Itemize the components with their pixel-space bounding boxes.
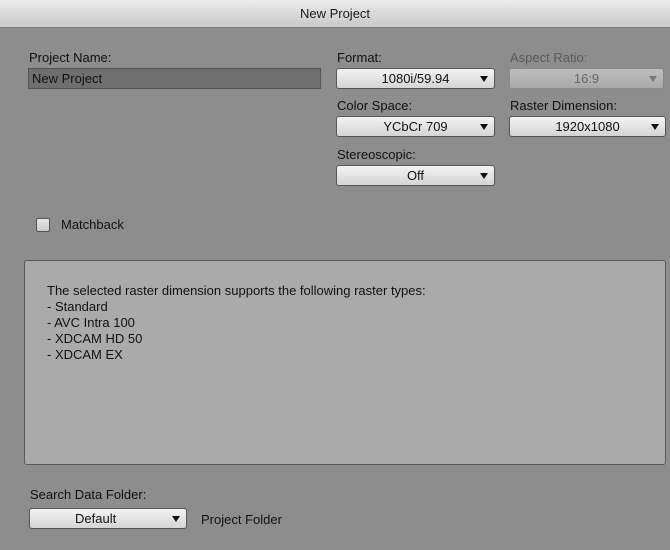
- raster-type-item: - Standard: [47, 299, 108, 314]
- stereoscopic-label: Stereoscopic:: [337, 147, 416, 162]
- color-space-value: YCbCr 709: [383, 119, 448, 134]
- raster-type-item: - AVC Intra 100: [47, 315, 135, 330]
- raster-dimension-popup[interactable]: 1920x1080: [509, 116, 666, 137]
- search-data-folder-label: Search Data Folder:: [30, 487, 147, 502]
- aspect-ratio-popup: 16:9: [509, 68, 664, 89]
- chevron-down-icon: [480, 124, 488, 130]
- stereoscopic-popup[interactable]: Off: [336, 165, 495, 186]
- project-name-field[interactable]: New Project: [28, 68, 321, 89]
- chevron-down-icon: [651, 124, 659, 130]
- info-heading: The selected raster dimension supports t…: [47, 283, 426, 298]
- chevron-down-icon: [480, 173, 488, 179]
- chevron-down-icon: [649, 76, 657, 82]
- search-data-folder-value: Default: [75, 511, 117, 526]
- new-project-window: New Project Project Name: New Project Fo…: [0, 0, 670, 550]
- raster-dimension-label: Raster Dimension:: [510, 98, 617, 113]
- format-label: Format:: [337, 50, 382, 65]
- chevron-down-icon: [480, 76, 488, 82]
- chevron-down-icon: [172, 516, 180, 522]
- format-value: 1080i/59.94: [381, 71, 450, 86]
- raster-types-info-box: The selected raster dimension supports t…: [24, 260, 666, 465]
- color-space-label: Color Space:: [337, 98, 413, 113]
- aspect-ratio-value: 16:9: [573, 71, 600, 86]
- window-title: New Project: [0, 0, 670, 28]
- stereoscopic-value: Off: [406, 168, 425, 183]
- raster-type-item: - XDCAM HD 50: [47, 331, 143, 346]
- color-space-popup[interactable]: YCbCr 709: [336, 116, 495, 137]
- matchback-checkbox[interactable]: [36, 218, 50, 232]
- raster-type-item: - XDCAM EX: [47, 347, 123, 362]
- format-popup[interactable]: 1080i/59.94: [336, 68, 495, 89]
- project-folder-label: Project Folder: [201, 512, 282, 527]
- project-name-label: Project Name:: [29, 50, 112, 65]
- search-data-folder-popup[interactable]: Default: [29, 508, 187, 529]
- aspect-ratio-label: Aspect Ratio:: [510, 50, 588, 65]
- matchback-label: Matchback: [61, 217, 124, 232]
- raster-dimension-value: 1920x1080: [555, 119, 620, 134]
